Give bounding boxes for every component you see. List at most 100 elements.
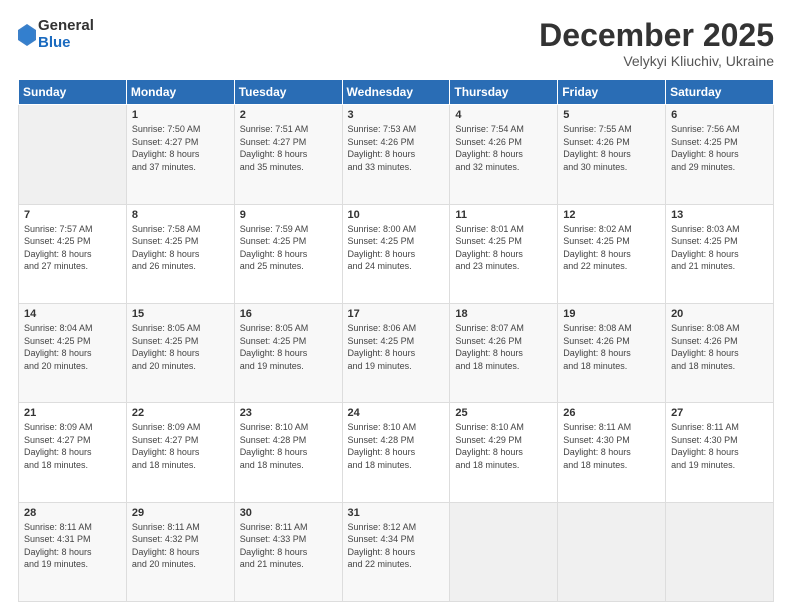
table-row: 16 Sunrise: 8:05 AM Sunset: 4:25 PM Dayli… (234, 303, 342, 402)
day-number: 9 (240, 209, 337, 221)
header-sunday: Sunday (19, 80, 127, 105)
table-row: 12Sunrise: 8:02 AM Sunset: 4:25 PM Dayli… (558, 204, 666, 303)
location-subtitle: Velykyi Kliuchiv, Ukraine (539, 53, 774, 69)
day-info: Sunrise: 8:08 AM Sunset: 4:26 PM Dayligh… (563, 322, 660, 372)
header-thursday: Thursday (450, 80, 558, 105)
day-info: Sunrise: 7:51 AM Sunset: 4:27 PM Dayligh… (240, 123, 337, 173)
day-info: Sunrise: 7:59 AM Sunset: 4:25 PM Dayligh… (240, 223, 337, 273)
day-info: Sunrise: 8:09 AM Sunset: 4:27 PM Dayligh… (24, 421, 121, 471)
table-row: 27 Sunrise: 8:11 AM Sunset: 4:30 PM Dayli… (666, 403, 774, 502)
table-row: 26 Sunrise: 8:11 AM Sunset: 4:30 PM Dayli… (558, 403, 666, 502)
table-row: 18Sunrise: 8:07 AM Sunset: 4:26 PM Dayli… (450, 303, 558, 402)
table-row: 14 Sunrise: 8:04 AM Sunset: 4:25 PM Dayli… (19, 303, 127, 402)
table-row: 25 Sunrise: 8:10 AM Sunset: 4:29 PM Dayli… (450, 403, 558, 502)
day-number: 5 (563, 109, 660, 121)
day-info: Sunrise: 8:10 AM Sunset: 4:29 PM Dayligh… (455, 421, 552, 471)
day-number: 17 (348, 308, 445, 320)
table-row: 30 Sunrise: 8:11 AM Sunset: 4:33 PM Dayli… (234, 502, 342, 601)
table-row: 21 Sunrise: 8:09 AM Sunset: 4:27 PM Dayli… (19, 403, 127, 502)
calendar-table: Sunday Monday Tuesday Wednesday Thursday… (18, 79, 774, 602)
day-number: 27 (671, 407, 768, 419)
table-row: 20Sunrise: 8:08 AM Sunset: 4:26 PM Dayli… (666, 303, 774, 402)
table-row: 8 Sunrise: 7:58 AM Sunset: 4:25 PM Daylig… (126, 204, 234, 303)
header: General Blue December 2025 Velykyi Kliuc… (18, 18, 774, 69)
day-number: 6 (671, 109, 768, 121)
day-number: 4 (455, 109, 552, 121)
table-row: 1Sunrise: 7:50 AM Sunset: 4:27 PM Daylig… (126, 105, 234, 204)
day-number: 19 (563, 308, 660, 320)
day-info: Sunrise: 8:11 AM Sunset: 4:33 PM Dayligh… (240, 521, 337, 571)
day-number: 24 (348, 407, 445, 419)
day-info: Sunrise: 8:09 AM Sunset: 4:27 PM Dayligh… (132, 421, 229, 471)
day-number: 1 (132, 109, 229, 121)
day-info: Sunrise: 7:58 AM Sunset: 4:25 PM Dayligh… (132, 223, 229, 273)
day-info: Sunrise: 8:10 AM Sunset: 4:28 PM Dayligh… (348, 421, 445, 471)
table-row (666, 502, 774, 601)
day-info: Sunrise: 7:53 AM Sunset: 4:26 PM Dayligh… (348, 123, 445, 173)
table-row (450, 502, 558, 601)
table-row: 13Sunrise: 8:03 AM Sunset: 4:25 PM Dayli… (666, 204, 774, 303)
day-number: 22 (132, 407, 229, 419)
header-wednesday: Wednesday (342, 80, 450, 105)
table-row: 4Sunrise: 7:54 AM Sunset: 4:26 PM Daylig… (450, 105, 558, 204)
day-number: 23 (240, 407, 337, 419)
day-info: Sunrise: 8:10 AM Sunset: 4:28 PM Dayligh… (240, 421, 337, 471)
day-info: Sunrise: 8:12 AM Sunset: 4:34 PM Dayligh… (348, 521, 445, 571)
day-info: Sunrise: 8:00 AM Sunset: 4:25 PM Dayligh… (348, 223, 445, 273)
table-row: 9 Sunrise: 7:59 AM Sunset: 4:25 PM Daylig… (234, 204, 342, 303)
header-friday: Friday (558, 80, 666, 105)
table-row: 2 Sunrise: 7:51 AM Sunset: 4:27 PM Daylig… (234, 105, 342, 204)
day-number: 8 (132, 209, 229, 221)
page: General Blue December 2025 Velykyi Kliuc… (0, 0, 792, 612)
day-number: 16 (240, 308, 337, 320)
weekday-row: Sunday Monday Tuesday Wednesday Thursday… (19, 80, 774, 105)
day-number: 26 (563, 407, 660, 419)
day-info: Sunrise: 8:06 AM Sunset: 4:25 PM Dayligh… (348, 322, 445, 372)
header-saturday: Saturday (666, 80, 774, 105)
table-row: 29Sunrise: 8:11 AM Sunset: 4:32 PM Dayli… (126, 502, 234, 601)
table-row: 28 Sunrise: 8:11 AM Sunset: 4:31 PM Dayli… (19, 502, 127, 601)
day-number: 18 (455, 308, 552, 320)
day-info: Sunrise: 8:05 AM Sunset: 4:25 PM Dayligh… (132, 322, 229, 372)
day-info: Sunrise: 8:02 AM Sunset: 4:25 PM Dayligh… (563, 223, 660, 273)
header-monday: Monday (126, 80, 234, 105)
day-number: 29 (132, 507, 229, 519)
day-info: Sunrise: 8:05 AM Sunset: 4:25 PM Dayligh… (240, 322, 337, 372)
day-number: 3 (348, 109, 445, 121)
logo-general: General (38, 18, 94, 35)
table-row: 11Sunrise: 8:01 AM Sunset: 4:25 PM Dayli… (450, 204, 558, 303)
day-number: 13 (671, 209, 768, 221)
month-title: December 2025 (539, 18, 774, 53)
table-row: 10 Sunrise: 8:00 AM Sunset: 4:25 PM Dayli… (342, 204, 450, 303)
day-info: Sunrise: 8:08 AM Sunset: 4:26 PM Dayligh… (671, 322, 768, 372)
day-info: Sunrise: 8:04 AM Sunset: 4:25 PM Dayligh… (24, 322, 121, 372)
day-number: 2 (240, 109, 337, 121)
calendar-header: Sunday Monday Tuesday Wednesday Thursday… (19, 80, 774, 105)
table-row: 17 Sunrise: 8:06 AM Sunset: 4:25 PM Dayli… (342, 303, 450, 402)
day-number: 7 (24, 209, 121, 221)
table-row: 3 Sunrise: 7:53 AM Sunset: 4:26 PM Daylig… (342, 105, 450, 204)
table-row: 15 Sunrise: 8:05 AM Sunset: 4:25 PM Dayli… (126, 303, 234, 402)
day-number: 14 (24, 308, 121, 320)
day-info: Sunrise: 8:11 AM Sunset: 4:30 PM Dayligh… (563, 421, 660, 471)
calendar-body: 1Sunrise: 7:50 AM Sunset: 4:27 PM Daylig… (19, 105, 774, 602)
table-row: 7 Sunrise: 7:57 AM Sunset: 4:25 PM Daylig… (19, 204, 127, 303)
day-number: 10 (348, 209, 445, 221)
day-number: 21 (24, 407, 121, 419)
day-info: Sunrise: 8:11 AM Sunset: 4:30 PM Dayligh… (671, 421, 768, 471)
day-info: Sunrise: 8:01 AM Sunset: 4:25 PM Dayligh… (455, 223, 552, 273)
logo-icon (18, 24, 36, 46)
logo: General Blue (18, 18, 94, 51)
table-row: 19 Sunrise: 8:08 AM Sunset: 4:26 PM Dayli… (558, 303, 666, 402)
day-info: Sunrise: 7:56 AM Sunset: 4:25 PM Dayligh… (671, 123, 768, 173)
logo-blue: Blue (38, 35, 94, 52)
day-number: 15 (132, 308, 229, 320)
day-number: 25 (455, 407, 552, 419)
table-row (19, 105, 127, 204)
day-number: 30 (240, 507, 337, 519)
day-number: 28 (24, 507, 121, 519)
table-row: 5Sunrise: 7:55 AM Sunset: 4:26 PM Daylig… (558, 105, 666, 204)
table-row: 22 Sunrise: 8:09 AM Sunset: 4:27 PM Dayli… (126, 403, 234, 502)
day-info: Sunrise: 7:57 AM Sunset: 4:25 PM Dayligh… (24, 223, 121, 273)
day-info: Sunrise: 8:11 AM Sunset: 4:31 PM Dayligh… (24, 521, 121, 571)
